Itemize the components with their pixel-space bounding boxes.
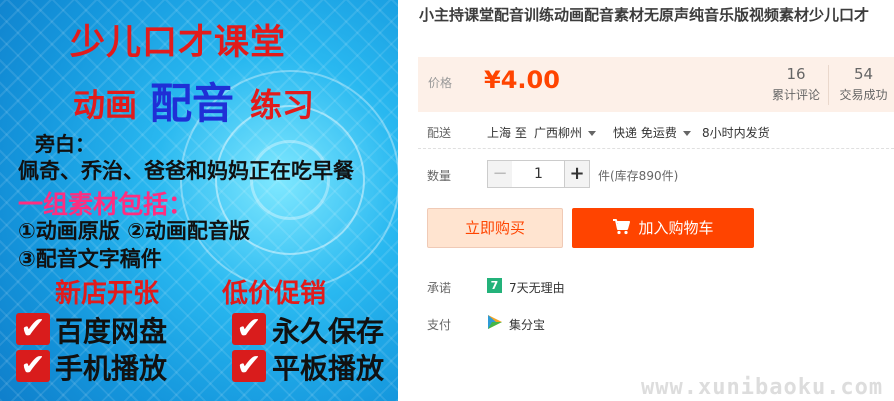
stock-info: 件(库存890件): [598, 169, 679, 183]
price-label: 价格: [428, 76, 453, 90]
divider: [418, 148, 894, 149]
check-icon: ✔: [16, 313, 50, 345]
check-icon: ✔: [16, 350, 50, 382]
image-title-line2-a: 动画: [73, 86, 138, 124]
price-panel: 价格 ¥4.00 16 累计评论 54 交易成功: [418, 57, 894, 112]
image-feature: 永久保存: [272, 315, 385, 348]
add-to-cart-button[interactable]: 加入购物车: [572, 208, 754, 248]
price-value: ¥4.00: [484, 66, 560, 94]
buy-now-button[interactable]: 立即购买: [427, 208, 563, 248]
quantity-input[interactable]: [512, 160, 565, 188]
image-items-line1: ①动画原版 ②动画配音版: [18, 219, 250, 243]
add-to-cart-label: 加入购物车: [638, 219, 714, 237]
check-icon: ✔: [232, 350, 266, 382]
review-count-label: 累计评论: [771, 88, 820, 102]
site-watermark: www.xunibaoku.com: [641, 375, 884, 400]
product-main-image[interactable]: 少儿口才课堂 动画 配音 练习 旁白： 佩奇、乔治、爸爸和妈妈正在吃早餐 一组素…: [0, 0, 398, 401]
quantity-increase-button[interactable]: +: [564, 160, 590, 188]
image-narration-label: 旁白：: [35, 132, 95, 156]
shipping-method: 快递 免运费: [613, 126, 677, 140]
quantity-decrease-button[interactable]: −: [487, 160, 513, 188]
seven-day-return-icon: 7: [487, 278, 502, 293]
check-icon: ✔: [232, 313, 266, 345]
chevron-down-icon: [682, 131, 691, 136]
deals-count-stat[interactable]: 54 交易成功: [828, 65, 894, 105]
product-title: 小主持课堂配音训练动画配音素材无原声纯音乐版视频素材少儿口才: [419, 6, 870, 24]
image-title-line1: 少儿口才课堂: [70, 23, 287, 63]
review-count-stat[interactable]: 16 累计评论: [761, 65, 831, 103]
shipping-destination: 广西柳州: [534, 126, 583, 140]
promise-label: 承诺: [427, 281, 452, 295]
payment-label: 支付: [427, 318, 452, 332]
image-title-line2-b: 配音: [150, 79, 235, 128]
image-narration-text: 佩奇、乔治、爸爸和妈妈正在吃早餐: [18, 159, 354, 183]
image-promo-right: 低价促销: [222, 279, 327, 309]
cart-icon: [613, 219, 631, 235]
image-feature: 百度网盘: [55, 315, 168, 348]
promise-text[interactable]: 7天无理由: [509, 279, 565, 296]
payment-method[interactable]: 集分宝: [509, 316, 545, 333]
dispatch-time: 8小时内发货: [702, 126, 770, 140]
quantity-label: 数量: [427, 169, 452, 183]
shipping-method-select[interactable]: 快递 免运费: [613, 124, 691, 141]
image-title-line2-c: 练习: [250, 86, 315, 124]
shipping-label: 配送: [427, 126, 452, 140]
deals-count: 54: [853, 65, 874, 83]
chevron-down-icon: [588, 131, 597, 136]
jifenbao-icon: [488, 315, 502, 329]
image-promo-left: 新店开张: [55, 279, 160, 309]
shipping-destination-select[interactable]: 广西柳州: [534, 124, 597, 141]
image-items-line2: ③配音文字稿件: [18, 247, 162, 271]
review-count: 16: [786, 65, 806, 83]
image-feature: 手机播放: [55, 352, 168, 385]
deals-count-label: 交易成功: [839, 88, 888, 102]
image-feature: 平板播放: [272, 352, 385, 385]
shipping-from: 上海 至: [487, 126, 527, 140]
